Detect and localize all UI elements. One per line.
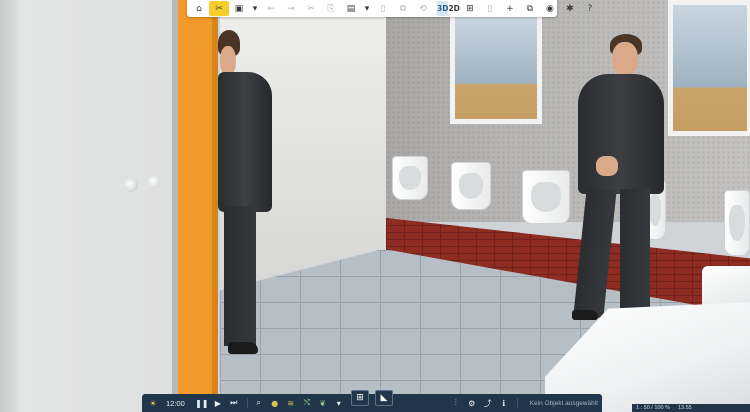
top-toolbar: ⌂ ✂ ▣ ▾ ← → ✂ ⎘ ▤ ▾ ▯ ⧉ ⟲ 3D 2D ⊞ ▯ + ⧉ ◉ ✱? [187, 0, 592, 17]
door-lock [148, 176, 160, 188]
toolbar-view-group: ⊞ ▯ + ⧉ ◉ ✱? [460, 1, 600, 16]
urinal [451, 162, 491, 210]
info-icon[interactable]: ℹ [497, 396, 511, 410]
plant-icon[interactable]: ❦ [316, 396, 330, 410]
home-icon[interactable]: ⌂ [189, 1, 209, 16]
paste-icon[interactable]: ▤ [341, 1, 361, 16]
door-knob [124, 178, 138, 192]
window [450, 12, 542, 124]
duplicate-icon: ⧉ [399, 3, 407, 14]
help-icon[interactable]: ? [580, 1, 600, 16]
link-icon: ⟲ [419, 3, 427, 14]
window [668, 0, 750, 136]
shuffle-icon[interactable]: ⤭ [300, 396, 314, 410]
paste-dropdown-icon[interactable]: ▾ [361, 1, 373, 16]
play-icon[interactable]: ▶ [211, 396, 225, 410]
chevron-down-icon[interactable]: ▾ [332, 396, 346, 410]
view-3d-button[interactable]: 3D [437, 1, 449, 16]
urinal [724, 190, 750, 256]
stall-door [0, 0, 178, 412]
coordinate-label: 13.55 [677, 405, 692, 411]
floor-plan-view-button[interactable]: ⊞ [351, 390, 369, 406]
terrain-icon: ◣ [380, 393, 388, 403]
person-figure [218, 30, 276, 362]
separator [516, 398, 518, 408]
view-2d-button[interactable]: 2D [448, 1, 459, 16]
add-icon[interactable]: + [500, 1, 520, 16]
terrain-view-button[interactable]: ◣ [375, 390, 393, 406]
curve-icon[interactable]: ⤴ [481, 396, 495, 410]
page-icon: ▯ [487, 3, 493, 14]
gear-icon[interactable]: ⚙ [465, 396, 479, 410]
sliders-icon[interactable]: ⫶ [449, 396, 463, 410]
pause-icon[interactable]: ❚❚ [195, 396, 209, 410]
material-icon[interactable]: ● [268, 396, 282, 410]
bottom-toolbar: ☀ 12:00 ❚❚ ▶ ⏭ ⌕ ● ≋ ⤭ ❦ ▾ ⫶ ⚙ ⤴ ℹ Kein … [142, 394, 602, 412]
plugin-icon[interactable]: ✱ [560, 1, 580, 16]
time-display: 12:00 [166, 398, 185, 408]
delete-icon: ▯ [380, 3, 386, 14]
cut-icon: ✂ [307, 3, 315, 14]
grid-icon[interactable]: ⊞ [460, 1, 480, 16]
selection-status: Kein Objekt ausgewählt [529, 399, 598, 407]
tools-icon[interactable]: ✂ [209, 1, 229, 16]
person-figure [560, 34, 672, 328]
sun-icon[interactable]: ☀ [146, 396, 160, 410]
scale-readout: 1 : 50 / 100 % 13.55 [632, 404, 750, 412]
separator [246, 398, 248, 408]
layers-icon[interactable]: ≋ [284, 396, 298, 410]
camera-icon[interactable]: ◉ [540, 1, 560, 16]
urinal [392, 156, 428, 200]
skip-forward-icon[interactable]: ⏭ [227, 396, 241, 410]
grid-icon: ⊞ [356, 393, 364, 403]
search-icon[interactable]: ⌕ [252, 396, 266, 410]
undo-icon: ← [267, 3, 275, 14]
redo-icon: → [287, 3, 295, 14]
layers-icon[interactable]: ⧉ [520, 1, 540, 16]
scale-label: 1 : 50 / 100 % [636, 405, 670, 411]
toolbar-edit-group: ⌂ ✂ ▣ ▾ ← → ✂ ⎘ ▤ ▾ ▯ ⧉ ⟲ [189, 1, 433, 16]
copy-icon: ⎘ [327, 3, 335, 14]
save-icon[interactable]: ▣ [229, 1, 249, 16]
3d-viewport[interactable] [0, 0, 750, 412]
save-dropdown-icon[interactable]: ▾ [249, 1, 261, 16]
